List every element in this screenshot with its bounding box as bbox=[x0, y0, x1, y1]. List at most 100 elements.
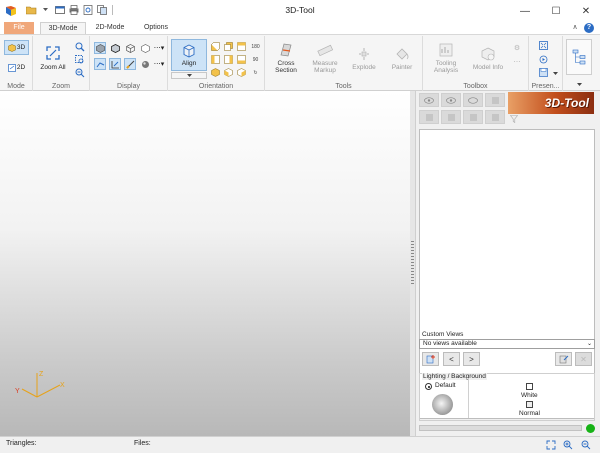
mode-2d-button[interactable]: 2D bbox=[4, 60, 29, 75]
add-view-button[interactable] bbox=[422, 352, 439, 366]
ribbon: 3D 2D Mode Zoom All Zoom ⋯▾ ⋯▾ Display A… bbox=[0, 34, 600, 91]
maximize-button[interactable]: ☐ bbox=[541, 0, 571, 22]
cross-section-label: Cross Section bbox=[275, 60, 297, 74]
toolbox-group-label: Toolbox bbox=[463, 83, 488, 90]
edit-view-button[interactable] bbox=[555, 352, 572, 366]
view-front-icon[interactable] bbox=[210, 41, 221, 52]
zoom-window-icon[interactable] bbox=[74, 54, 85, 65]
view-back-icon[interactable] bbox=[223, 41, 234, 52]
view-bottom-icon[interactable] bbox=[236, 54, 247, 65]
color-icon[interactable] bbox=[441, 110, 461, 124]
display-pmi-icon[interactable] bbox=[124, 58, 136, 70]
measure-markup-button[interactable]: Measure Markup bbox=[307, 39, 343, 77]
new-window-icon[interactable] bbox=[54, 4, 65, 15]
tools-group-label: Tools bbox=[335, 83, 352, 90]
tab-2d-mode[interactable]: 2D-Mode bbox=[90, 22, 130, 34]
mode-3d-button[interactable]: 3D bbox=[4, 40, 29, 55]
display-group-label: Display bbox=[117, 83, 140, 90]
display-render-icon[interactable] bbox=[139, 58, 151, 70]
svg-text:Z: Z bbox=[39, 371, 44, 378]
rotate-180-icon[interactable]: 180 bbox=[249, 41, 262, 52]
display-shaded-icon[interactable] bbox=[94, 42, 106, 54]
zoom-in-status-icon[interactable] bbox=[563, 440, 573, 450]
panel-toggle-button[interactable] bbox=[566, 39, 592, 75]
tab-options[interactable]: Options bbox=[138, 22, 174, 34]
animation-icon[interactable] bbox=[537, 54, 549, 65]
dropdown-arrow-icon[interactable] bbox=[40, 4, 51, 15]
display-dimension-icon[interactable] bbox=[109, 58, 121, 70]
copy-icon[interactable] bbox=[96, 4, 107, 15]
display-wireframe-icon[interactable] bbox=[124, 42, 136, 54]
splitter-grip[interactable] bbox=[411, 241, 414, 286]
white-checkbox[interactable] bbox=[526, 383, 533, 390]
cross-section-icon bbox=[280, 43, 292, 57]
toolbox-more-icon[interactable]: ⋯ bbox=[511, 56, 523, 67]
help-icon[interactable]: ? bbox=[584, 23, 594, 33]
view-iso1-icon[interactable] bbox=[210, 67, 221, 78]
transparency-icon[interactable] bbox=[419, 110, 439, 124]
model-info-button[interactable]: Model Info bbox=[468, 39, 508, 77]
isolate-icon[interactable] bbox=[485, 93, 505, 107]
rotate-icon[interactable]: ↻ bbox=[249, 67, 262, 78]
zoom-all-button[interactable]: Zoom All bbox=[36, 39, 70, 77]
lighting-divider bbox=[468, 378, 469, 418]
select-icon[interactable] bbox=[463, 110, 483, 124]
status-indicator bbox=[586, 424, 595, 433]
display-shaded-edges-icon[interactable] bbox=[109, 42, 121, 54]
display-line-icon[interactable] bbox=[94, 58, 106, 70]
view-iso2-icon[interactable] bbox=[223, 67, 234, 78]
tab-3d-mode[interactable]: 3D-Mode bbox=[40, 22, 86, 34]
mode-3d-label: 3D bbox=[16, 44, 26, 51]
align-dropdown[interactable] bbox=[171, 72, 207, 79]
view-iso3-icon[interactable] bbox=[236, 67, 247, 78]
show-icon[interactable] bbox=[419, 93, 439, 107]
filter-icon[interactable] bbox=[509, 114, 519, 124]
rotate-90-icon[interactable]: 90 bbox=[249, 54, 262, 65]
zoom-all-label: Zoom All bbox=[40, 64, 66, 71]
painter-button[interactable]: Painter bbox=[385, 39, 419, 77]
close-button[interactable]: ✕ bbox=[571, 0, 600, 22]
presentation-dropdown-icon[interactable] bbox=[551, 69, 559, 77]
minimize-button[interactable]: — bbox=[510, 0, 540, 22]
hide-icon[interactable] bbox=[463, 93, 483, 107]
orientation-group: Align 180 90 ↻ Orientation bbox=[168, 36, 265, 91]
view-right-icon[interactable] bbox=[223, 54, 234, 65]
view-left-icon[interactable] bbox=[210, 54, 221, 65]
display-more-icon[interactable]: ⋯▾ bbox=[153, 42, 165, 54]
presentation-group-label: Presen... bbox=[531, 83, 560, 90]
next-view-button[interactable]: > bbox=[463, 352, 480, 366]
delete-view-button[interactable]: ✕ bbox=[575, 352, 592, 366]
save-image-icon[interactable] bbox=[537, 67, 549, 78]
zoom-in-icon[interactable] bbox=[74, 41, 85, 52]
explode-button[interactable]: Explode bbox=[347, 39, 381, 77]
print-preview-icon[interactable] bbox=[82, 4, 93, 15]
invert-icon[interactable] bbox=[485, 110, 505, 124]
show-all-icon[interactable] bbox=[441, 93, 461, 107]
previous-view-button[interactable]: < bbox=[443, 352, 460, 366]
align-button[interactable]: Align bbox=[171, 39, 207, 71]
zoom-out-icon[interactable] bbox=[74, 67, 85, 78]
custom-views-select[interactable]: No views available ⌄ bbox=[419, 339, 595, 349]
collapse-ribbon-icon[interactable]: ∧ bbox=[570, 23, 580, 33]
print-icon[interactable] bbox=[68, 4, 79, 15]
cross-section-button[interactable]: Cross Section bbox=[269, 39, 303, 77]
display-hidden-lines-icon[interactable] bbox=[139, 42, 151, 54]
paint-bucket-icon bbox=[396, 47, 409, 60]
default-radio[interactable] bbox=[425, 383, 432, 390]
open-folder-icon[interactable] bbox=[26, 4, 37, 15]
tab-file[interactable]: File bbox=[4, 22, 34, 34]
zoom-out-status-icon[interactable] bbox=[581, 440, 591, 450]
tooling-analysis-button[interactable]: Tooling Analysis bbox=[426, 39, 466, 77]
normal-checkbox[interactable] bbox=[526, 401, 533, 408]
ruler-icon bbox=[317, 44, 333, 57]
3d-viewport[interactable]: Z X Y bbox=[0, 91, 410, 436]
display-more2-icon[interactable]: ⋯▾ bbox=[153, 58, 165, 70]
fit-view-icon[interactable] bbox=[546, 440, 556, 450]
ribbon-options-dropdown-icon[interactable] bbox=[575, 80, 583, 88]
view-top-icon[interactable] bbox=[236, 41, 247, 52]
toolbox-extra-icon[interactable]: ⚙ bbox=[511, 42, 523, 53]
lighting-globe-icon[interactable] bbox=[432, 394, 453, 415]
fullscreen-icon[interactable] bbox=[537, 40, 549, 51]
explode-icon bbox=[359, 47, 369, 60]
white-label: White bbox=[521, 392, 538, 399]
